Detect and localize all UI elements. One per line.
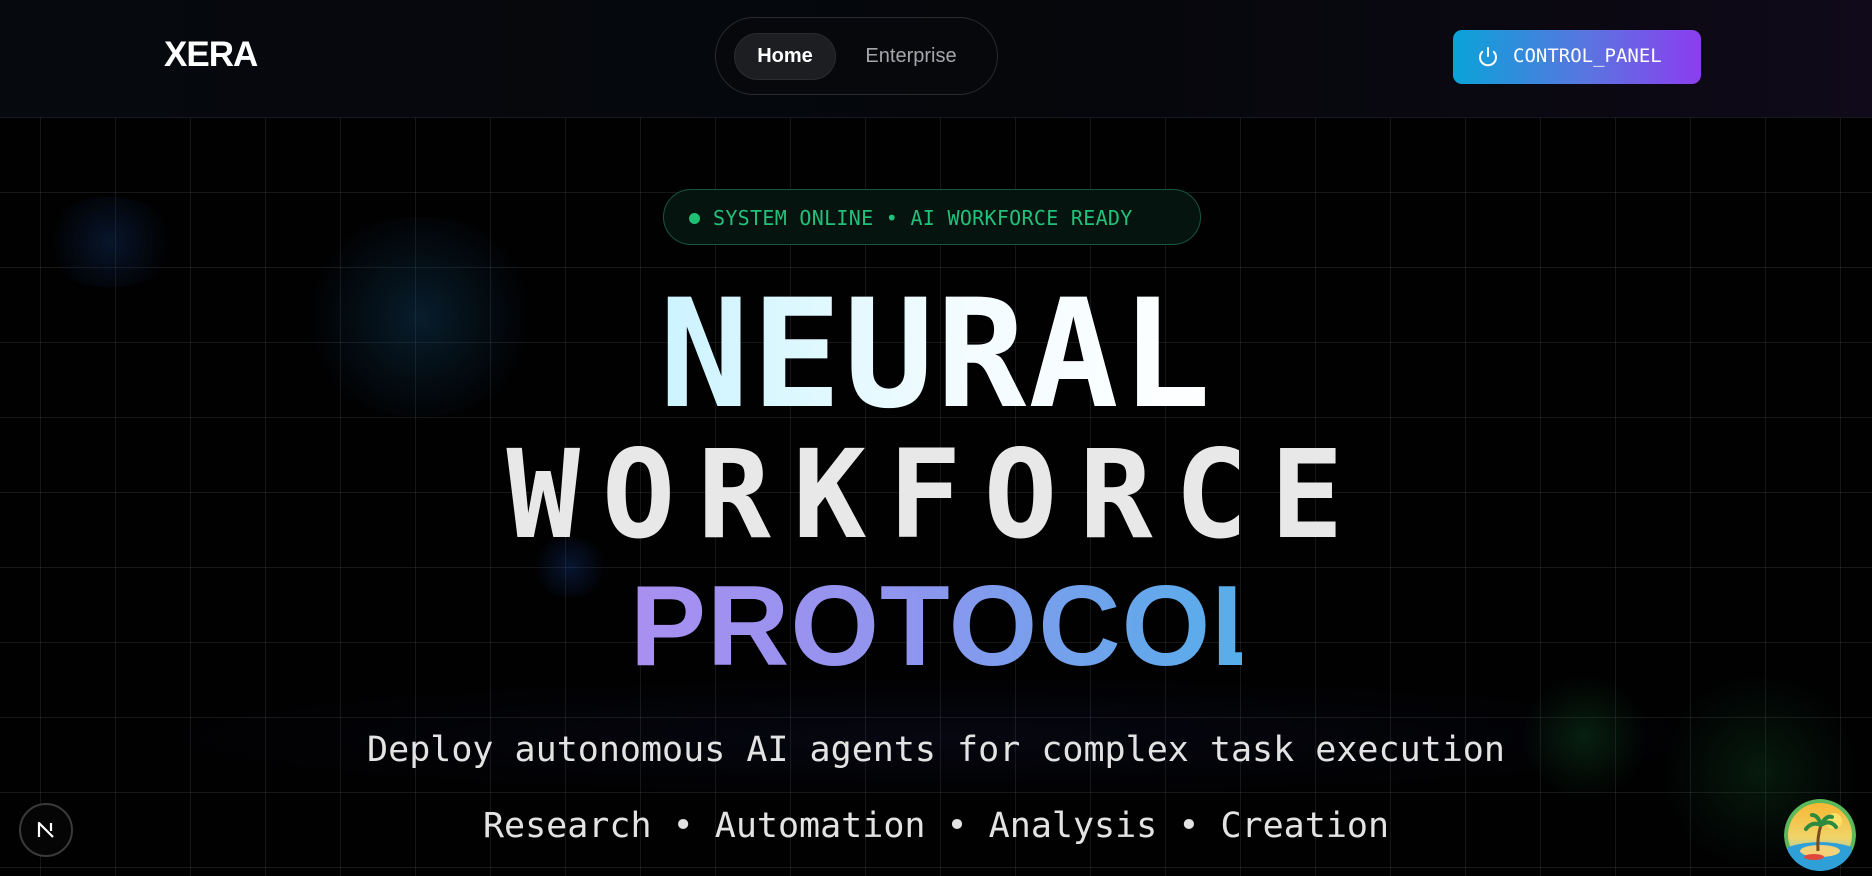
- control-panel-button[interactable]: CONTROL_PANEL: [1453, 30, 1701, 84]
- hero-title-workforce: WORKFORCE: [506, 424, 1366, 566]
- glow-decoration: [300, 217, 540, 417]
- status-badge: SYSTEM ONLINE • AI WORKFORCE READY: [663, 189, 1201, 245]
- nextjs-n-icon[interactable]: [19, 803, 73, 857]
- hero-subtitle: Deploy autonomous AI agents for complex …: [367, 730, 1505, 770]
- top-header: XERA Home Enterprise CONTROL_PANEL: [0, 0, 1872, 118]
- power-icon: [1479, 47, 1497, 67]
- page: XERA Home Enterprise CONTROL_PANEL SYSTE…: [0, 0, 1872, 876]
- nav-enterprise[interactable]: Enterprise: [846, 33, 976, 80]
- control-panel-label: CONTROL_PANEL: [1513, 45, 1662, 67]
- n-logo-icon: [37, 821, 54, 838]
- avatar: [1784, 799, 1856, 871]
- status-dot-icon: [689, 213, 700, 224]
- logo[interactable]: XERA: [164, 35, 258, 75]
- hero-capabilities: Research • Automation • Analysis • Creat…: [482, 806, 1390, 846]
- glow-decoration: [40, 197, 180, 287]
- hero-title-neural: NEURAL: [640, 280, 1232, 430]
- hero-title-protocol: PROTOCOL: [630, 563, 1282, 690]
- main-nav: Home Enterprise: [715, 17, 998, 95]
- status-text: SYSTEM ONLINE • AI WORKFORCE READY: [713, 206, 1133, 230]
- beach-island-icon[interactable]: [1784, 799, 1856, 871]
- nav-home[interactable]: Home: [734, 33, 836, 80]
